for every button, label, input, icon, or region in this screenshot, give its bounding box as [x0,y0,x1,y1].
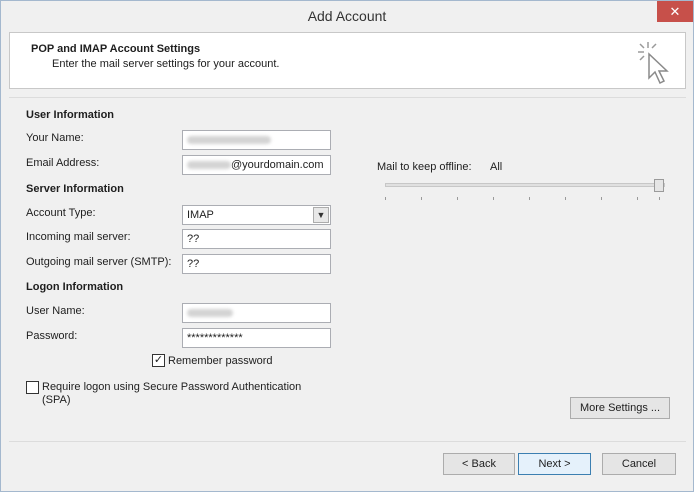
cursor-sparkle-icon [638,42,669,85]
remember-password-checkbox[interactable]: ✓ [152,354,165,367]
account-type-select[interactable]: IMAP ▼ [182,205,331,225]
close-button[interactable]: ✕ [657,1,693,22]
more-settings-button[interactable]: More Settings ... [570,397,670,419]
incoming-server-input[interactable]: ?? [182,229,331,249]
slider-tick [601,197,602,200]
slider-tick [637,197,638,200]
outgoing-server-input[interactable]: ?? [182,254,331,274]
slider-tick [493,197,494,200]
redacted-username [187,309,233,318]
account-type-label: Account Type: [26,207,96,219]
header-panel: POP and IMAP Account Settings Enter the … [9,32,686,89]
incoming-server-label: Incoming mail server: [26,231,131,243]
slider-tick [565,197,566,200]
email-address-input[interactable]: @yourdomain.com [182,155,331,175]
cancel-button[interactable]: Cancel [602,453,676,475]
email-address-label: Email Address: [26,157,100,169]
user-name-label: User Name: [26,305,85,317]
slider-tick [421,197,422,200]
separator [9,97,686,98]
outgoing-server-label: Outgoing mail server (SMTP): [26,256,172,268]
spa-label: Require logon using Secure Password Auth… [42,381,302,393]
account-type-value: IMAP [187,209,214,221]
add-account-window: Add Account ✕ POP and IMAP Account Setti… [0,0,694,492]
your-name-input[interactable] [182,130,331,150]
slider-tick [457,197,458,200]
email-domain-text: @yourdomain.com [231,159,324,171]
offline-mail-value: All [490,161,503,173]
section-user-information: User Information [26,109,115,121]
title-bar: Add Account ✕ [1,1,693,31]
slider-tick [385,197,386,200]
offline-slider-track[interactable] [385,183,665,187]
user-name-input[interactable] [182,303,331,323]
slider-tick [529,197,530,200]
header-subtitle: Enter the mail server settings for your … [52,58,280,70]
redacted-name [187,136,271,145]
offline-slider-thumb[interactable] [654,179,664,192]
offline-mail-label: Mail to keep offline: [377,161,472,173]
section-logon-information: Logon Information [26,281,124,293]
your-name-label: Your Name: [26,132,84,144]
redacted-email-user [187,161,231,170]
spa-label-continued: (SPA) [42,394,71,406]
header-title: POP and IMAP Account Settings [31,43,201,55]
password-label: Password: [26,330,78,342]
section-server-information: Server Information [26,183,124,195]
spa-checkbox[interactable] [26,381,39,394]
remember-password-label: Remember password [168,355,273,367]
chevron-down-icon[interactable]: ▼ [313,207,329,223]
next-button[interactable]: Next > [518,453,591,475]
password-input[interactable]: ************* [182,328,331,348]
slider-tick [659,197,660,200]
window-title: Add Account [307,8,387,24]
separator [9,441,686,442]
back-button[interactable]: < Back [443,453,515,475]
